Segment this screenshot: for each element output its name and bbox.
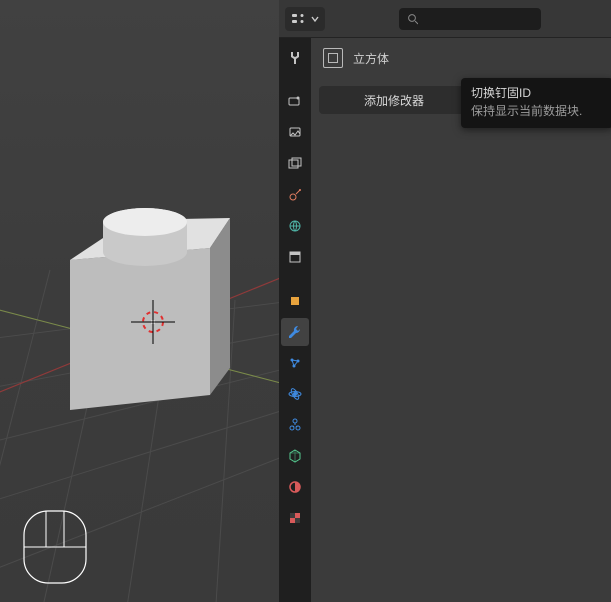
tooltip-subtitle: 保持显示当前数据块.	[471, 102, 603, 120]
tab-render[interactable]	[281, 88, 309, 116]
object-icon	[287, 293, 303, 309]
object-data-icon	[323, 48, 343, 68]
modifier-panel: 立方体 添加修改器 切换钉固ID 保持显示当前数据块.	[311, 38, 611, 602]
render-icon	[287, 94, 303, 110]
tab-material[interactable]	[281, 473, 309, 501]
viewport-3d[interactable]	[0, 0, 279, 602]
object-name: 立方体	[353, 50, 389, 67]
collection-icon	[287, 249, 303, 265]
chevron-down-icon	[311, 15, 319, 23]
tab-particles[interactable]	[281, 349, 309, 377]
search-input[interactable]	[418, 12, 533, 26]
modifier-icon	[287, 324, 303, 340]
tooltip-title: 切换钉固ID	[471, 84, 603, 102]
properties-header	[279, 0, 611, 38]
options-icon	[291, 12, 307, 26]
search-icon	[407, 13, 418, 25]
tab-constraints[interactable]	[281, 411, 309, 439]
tab-output[interactable]	[281, 119, 309, 147]
scene-icon	[287, 187, 303, 203]
world-icon	[287, 218, 303, 234]
tab-texture[interactable]	[281, 504, 309, 532]
mouse-hint-widget	[20, 507, 90, 587]
output-icon	[287, 125, 303, 141]
data-icon	[287, 448, 303, 464]
tab-tool[interactable]	[281, 44, 309, 72]
tab-modifier[interactable]	[281, 318, 309, 346]
tab-collection[interactable]	[281, 243, 309, 271]
breadcrumb: 立方体	[311, 38, 611, 78]
tab-physics[interactable]	[281, 380, 309, 408]
add-modifier-label: 添加修改器	[364, 92, 424, 109]
viewlayer-icon	[287, 156, 303, 172]
tab-scene[interactable]	[281, 181, 309, 209]
tab-world[interactable]	[281, 212, 309, 240]
tooltip: 切换钉固ID 保持显示当前数据块.	[461, 78, 611, 128]
data-mode-dropdown[interactable]	[285, 7, 325, 31]
particles-icon	[287, 355, 303, 371]
mesh-cube	[70, 208, 230, 410]
search-field[interactable]	[399, 8, 541, 30]
tool-icon	[287, 50, 303, 66]
properties-tabstrip	[279, 38, 311, 602]
material-icon	[287, 479, 303, 495]
constraints-icon	[287, 417, 303, 433]
tab-viewlayer[interactable]	[281, 150, 309, 178]
tab-object[interactable]	[281, 287, 309, 315]
properties-panel: 立方体 添加修改器 切换钉固ID 保持显示当前数据块.	[279, 0, 611, 602]
add-modifier-button[interactable]: 添加修改器	[319, 86, 469, 114]
tab-data[interactable]	[281, 442, 309, 470]
texture-icon	[287, 510, 303, 526]
physics-icon	[287, 386, 303, 402]
